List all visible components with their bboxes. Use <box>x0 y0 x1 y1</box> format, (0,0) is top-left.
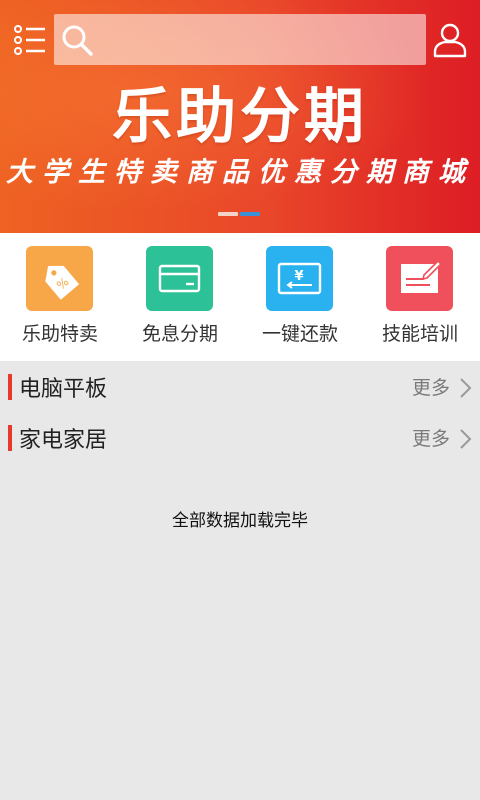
quick-nav: % 乐助特卖 免息分期 ¥ 一键还款 技能培训 <box>0 233 480 361</box>
user-icon[interactable] <box>432 22 468 58</box>
search-icon <box>60 23 94 57</box>
slide-indicator <box>218 212 262 216</box>
load-complete-text: 全部数据加载完毕 <box>172 511 308 531</box>
nav-label: 免息分期 <box>141 323 218 345</box>
slide-dot[interactable] <box>218 212 238 216</box>
nav-label: 技能培训 <box>381 323 458 345</box>
section-accent-bar <box>8 425 12 451</box>
svg-text:¥: ¥ <box>294 269 303 284</box>
section-accent-bar <box>8 374 12 400</box>
nav-item-skill-training[interactable]: 技能培训 <box>360 233 480 361</box>
nav-item-special-sale[interactable]: % 乐助特卖 <box>0 233 120 361</box>
section-title: 电脑平板 <box>19 377 108 402</box>
chevron-right-icon[interactable] <box>458 428 472 450</box>
section-home-appliances: 家电家居 更多 <box>0 413 480 463</box>
nav-item-interest-free[interactable]: 免息分期 <box>120 233 240 361</box>
search-input[interactable] <box>54 14 426 65</box>
banner-subtitle: 大学生特卖商品优惠分期商城 <box>6 157 474 188</box>
more-link[interactable]: 更多 <box>412 424 450 451</box>
section-computers-tablets: 电脑平板 更多 <box>0 362 480 412</box>
menu-list-icon[interactable] <box>14 24 48 56</box>
card-icon <box>146 246 213 311</box>
nav-item-one-click-repay[interactable]: ¥ 一键还款 <box>240 233 360 361</box>
promo-banner[interactable]: 乐助分期 大学生特卖商品优惠分期商城 <box>0 0 480 233</box>
certificate-pen-icon <box>386 246 453 311</box>
section-title: 家电家居 <box>19 428 108 453</box>
nav-label: 一键还款 <box>261 323 338 345</box>
price-tag-icon: % <box>26 246 93 311</box>
banner-title: 乐助分期 <box>112 82 368 152</box>
yuan-repay-icon: ¥ <box>266 246 333 311</box>
nav-label: 乐助特卖 <box>21 323 98 345</box>
chevron-right-icon[interactable] <box>458 377 472 399</box>
more-link[interactable]: 更多 <box>412 373 450 400</box>
slide-dot-active[interactable] <box>240 212 260 216</box>
